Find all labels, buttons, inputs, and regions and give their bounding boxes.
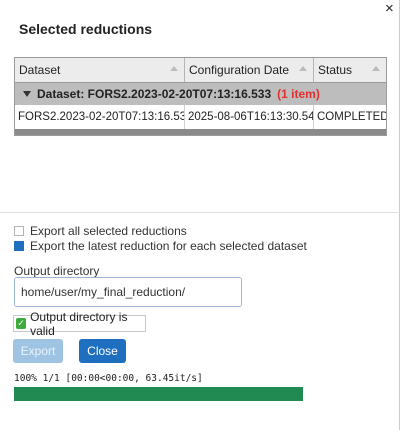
column-header-label: Dataset — [19, 63, 61, 77]
group-label: Dataset: FORS2.2023-02-20T07:13:16.533 — [37, 87, 272, 101]
divider — [0, 212, 400, 213]
output-directory-label: Output directory — [14, 264, 100, 278]
reductions-table: Dataset Configuration Date Status Datase… — [14, 57, 387, 136]
table-header: Dataset Configuration Date Status — [15, 58, 386, 83]
export-latest-checkbox[interactable] — [14, 241, 24, 251]
check-icon: ✓ — [16, 318, 27, 329]
close-icon[interactable]: × — [385, 1, 394, 16]
sort-icon[interactable] — [372, 66, 380, 71]
group-count: (1 item) — [277, 87, 320, 101]
column-header-status[interactable]: Status — [314, 58, 386, 82]
column-header-configuration-date[interactable]: Configuration Date — [185, 58, 314, 82]
table-row[interactable]: FORS2.2023-02-20T07:13:16.533 2025-08-06… — [15, 105, 386, 129]
progress-text: 100% 1/1 [00:00<00:00, 63.45it/s] — [14, 373, 203, 384]
export-latest-option[interactable]: Export the latest reduction for each sel… — [14, 239, 307, 253]
output-directory-input[interactable] — [14, 277, 242, 307]
export-all-checkbox[interactable] — [14, 226, 24, 236]
sort-icon[interactable] — [170, 66, 178, 71]
close-button[interactable]: Close — [79, 339, 126, 363]
column-header-label: Status — [318, 63, 353, 77]
dialog-title: Selected reductions — [19, 21, 153, 37]
column-header-dataset[interactable]: Dataset — [15, 58, 185, 82]
validation-message: ✓ Output directory is valid — [13, 310, 146, 338]
export-all-label: Export all selected reductions — [30, 224, 187, 238]
export-latest-label: Export the latest reduction for each sel… — [30, 239, 307, 253]
group-row[interactable]: Dataset: FORS2.2023-02-20T07:13:16.533 (… — [15, 83, 386, 105]
validation-text: Output directory is valid — [30, 309, 128, 338]
export-button[interactable]: Export — [13, 339, 63, 363]
cell-status: COMPLETED — [317, 111, 386, 123]
cell-dataset: FORS2.2023-02-20T07:13:16.533 — [15, 105, 185, 129]
export-all-option[interactable]: Export all selected reductions — [14, 224, 187, 238]
export-dialog: × Selected reductions Dataset Configurat… — [0, 0, 400, 430]
table-scrollbar[interactable] — [15, 129, 386, 135]
sort-icon[interactable] — [299, 66, 307, 71]
collapse-triangle-icon[interactable] — [23, 91, 31, 97]
progress-bar-fill — [14, 387, 303, 401]
progress-bar — [14, 387, 303, 401]
cell-configuration-date: 2025-08-06T16:13:30.543 — [185, 105, 314, 129]
column-header-label: Configuration Date — [189, 63, 290, 77]
